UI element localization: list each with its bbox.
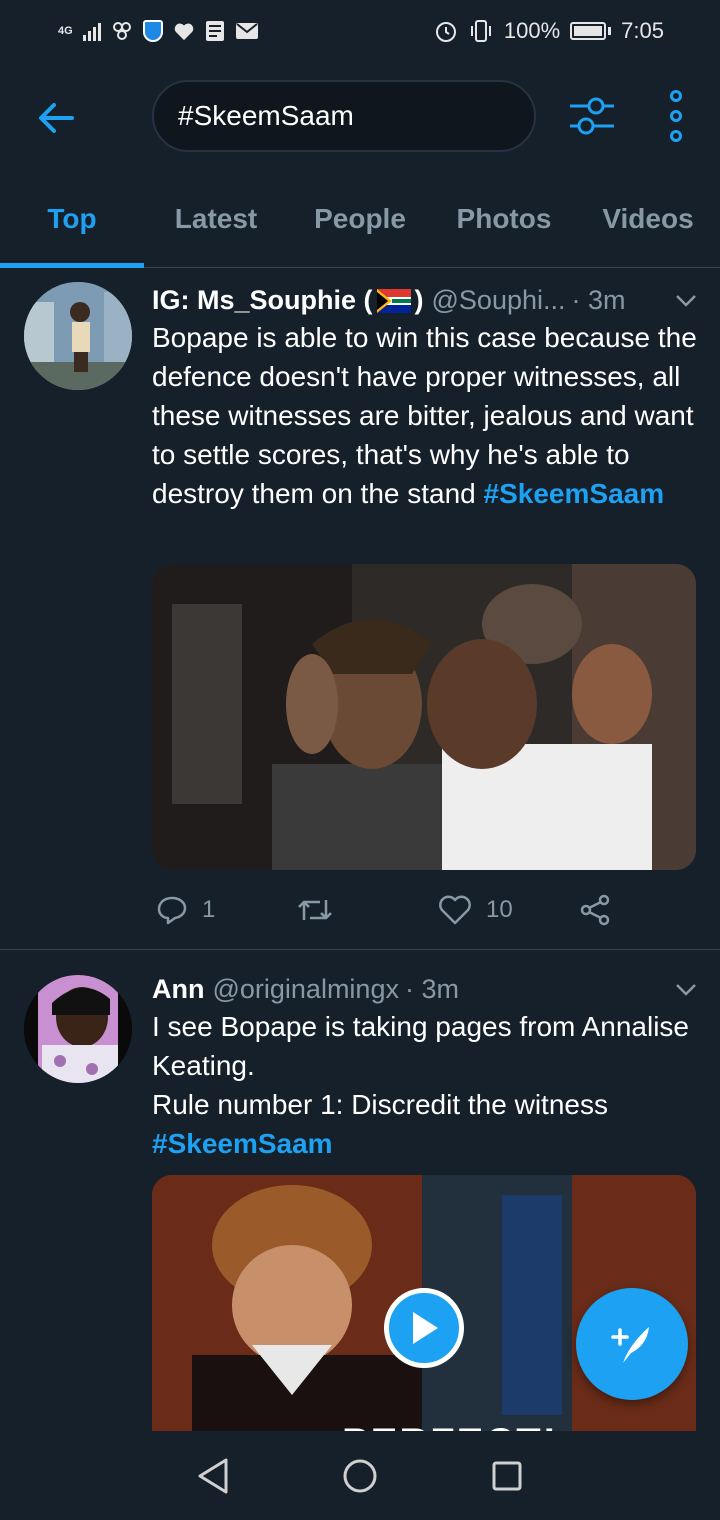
tweet-image[interactable]: [152, 564, 696, 870]
tweet-time: · 3m: [404, 973, 459, 1004]
tweet-line: Rule number 1: Discredit the witness: [152, 1089, 608, 1120]
heart-icon: [439, 895, 471, 925]
search-tabs: Top Latest People Photos Videos: [0, 170, 720, 268]
compose-tweet-icon: [611, 1327, 649, 1363]
compose-tweet-button[interactable]: [576, 1288, 688, 1400]
reply-count: 1: [202, 896, 216, 923]
sliders-icon: [570, 97, 614, 135]
reply-button[interactable]: 1: [156, 894, 215, 926]
tweet-actions: 1 10: [152, 888, 696, 932]
triangle-back-icon: [198, 1458, 228, 1493]
battery-tip: [608, 27, 612, 35]
filter-button[interactable]: [566, 94, 618, 138]
search-input[interactable]: #SkeemSaam: [152, 80, 536, 152]
video-caption: PERFECT!: [342, 1421, 558, 1431]
network-type: 4G: [58, 25, 73, 37]
back-button[interactable]: [34, 96, 78, 140]
chevron-down-icon[interactable]: [672, 975, 700, 1003]
tweet-header: Ann @originalmingx · 3m: [152, 969, 700, 1009]
clock: 7:05: [621, 18, 664, 43]
tweet-text: Bopape is able to win this case because …: [152, 318, 702, 513]
alarm-icon: [434, 19, 458, 43]
share-icon: [580, 894, 610, 926]
signal-icon: [82, 21, 101, 41]
tweet-text: I see Bopape is taking pages from Annali…: [152, 1007, 702, 1163]
status-right: 100% 7:05: [434, 18, 664, 44]
author-handle[interactable]: @originalmingx: [212, 974, 398, 1005]
retweet-icon: [298, 900, 332, 920]
battery-percent: 100%: [503, 18, 561, 43]
heart-notification-icon: [173, 21, 195, 41]
status-left: 4G: [58, 20, 259, 42]
hashtag-link[interactable]: #SkeemSaam: [152, 1124, 702, 1163]
tweet-line: I see Bopape is taking pages from Annali…: [152, 1011, 690, 1081]
share-button[interactable]: [578, 894, 612, 926]
tab-videos[interactable]: Videos: [576, 170, 720, 268]
like-button[interactable]: 10: [438, 894, 513, 926]
nav-back-button[interactable]: [189, 1452, 237, 1500]
play-button[interactable]: [384, 1288, 464, 1368]
system-nav-bar: [0, 1431, 720, 1520]
avatar-photo: [24, 975, 132, 1083]
author-name-suffix: ): [414, 284, 424, 315]
tab-people[interactable]: People: [288, 170, 432, 268]
tweet-header: IG: Ms_Souphie ( ) @Souphi... · 3m: [152, 280, 700, 320]
chevron-down-icon[interactable]: [672, 286, 700, 314]
south-africa-flag-icon: [376, 289, 411, 314]
mail-icon: [235, 22, 259, 40]
nav-recents-button[interactable]: [483, 1452, 531, 1500]
battery-icon: [570, 22, 607, 40]
app-notification-icon: [111, 20, 133, 42]
circle-home-icon: [343, 1459, 377, 1492]
hashtag-link[interactable]: #SkeemSaam: [484, 478, 665, 509]
author-name[interactable]: IG: Ms_Souphie ( ): [152, 285, 424, 316]
dot: [670, 110, 682, 122]
news-icon: [205, 20, 225, 42]
tab-top[interactable]: Top: [0, 170, 144, 268]
search-header: #SkeemSaam: [0, 62, 720, 170]
like-count: 10: [486, 896, 513, 923]
retweet-button[interactable]: [296, 894, 348, 926]
tweet-item[interactable]: IG: Ms_Souphie ( ) @Souphi... · 3m Bopap…: [0, 268, 720, 950]
photo: [152, 564, 696, 870]
status-bar: 4G 100% 7:05: [0, 0, 720, 62]
avatar[interactable]: [24, 282, 132, 390]
author-name-text: IG: Ms_Souphie (: [152, 284, 373, 315]
tab-photos[interactable]: Photos: [432, 170, 576, 268]
nav-home-button[interactable]: [336, 1452, 384, 1500]
author-handle[interactable]: @Souphi...: [432, 285, 566, 316]
arrow-left-icon: [39, 103, 74, 133]
tab-latest[interactable]: Latest: [144, 170, 288, 268]
play-icon: [413, 1312, 438, 1344]
dot: [670, 130, 682, 142]
square-recents-icon: [492, 1461, 522, 1490]
reply-icon: [157, 896, 187, 925]
tweet-time: · 3m: [571, 284, 626, 315]
author-name[interactable]: Ann: [152, 974, 204, 1005]
avatar[interactable]: [24, 975, 132, 1083]
avatar-photo: [24, 282, 132, 390]
vibrate-icon: [468, 19, 494, 43]
shield-icon: [142, 20, 163, 42]
dot: [670, 90, 682, 102]
more-vertical-icon[interactable]: [656, 90, 696, 142]
